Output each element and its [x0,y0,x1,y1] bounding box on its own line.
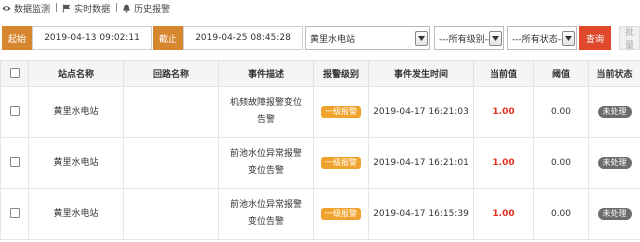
column-header-level: 报警级别 [313,60,369,87]
current-value-cell: 1.00 [473,86,534,138]
column-header-time: 事件发生时间 [368,60,474,87]
breadcrumb-item-realtime[interactable]: 实时数据 [62,2,110,15]
column-header-description: 事件描述 [218,60,314,87]
breadcrumb-item-history-alarm[interactable]: 历史报警 [122,2,170,15]
select-all-cell[interactable] [0,60,29,87]
description-cell: 前池水位异常报警变位告警 [218,137,314,189]
end-label: 截止 [153,26,183,50]
event-description: 前池水位异常报警变位告警 [230,149,303,176]
batch-button[interactable]: 批量 [619,26,640,51]
column-header-status: 当前状态 [588,60,640,87]
row-select-cell[interactable] [0,137,29,189]
query-button[interactable]: 查询 [579,26,611,50]
status-cell: 未处理 [588,137,640,189]
level-badge: 一级报警 [321,105,361,118]
event-description: 机频故障报警变位告警 [230,98,303,125]
breadcrumb-separator: | [115,3,119,13]
status-select-value: ---所有状态--- [512,34,568,45]
level-cell: 一级报警 [313,86,369,138]
threshold-cell: 0.00 [533,188,589,240]
station-cell: 黄里水电站 [28,86,124,138]
level-cell: 一级报警 [313,188,369,240]
current-value-cell: 1.00 [473,137,534,189]
start-datetime-input[interactable]: 2019-04-13 09:02:11 [32,26,152,50]
flag-icon [62,3,71,13]
station-select[interactable]: 黄里水电站 [305,26,430,50]
current-value: 1.00 [492,157,515,168]
chevron-down-icon[interactable] [415,31,428,46]
description-cell: 机频故障报警变位告警 [218,86,314,138]
status-badge[interactable]: 未处理 [597,207,632,220]
loop-cell [123,137,219,189]
breadcrumb-item-monitor[interactable]: 数据监测 [2,2,50,15]
end-datetime-input[interactable]: 2019-04-25 08:45:28 [183,26,303,50]
column-header-threshold: 阈值 [533,60,589,87]
column-header-loop: 回路名称 [123,60,219,87]
column-header-station: 站点名称 [28,60,124,87]
time-cell: 2019-04-17 16:21:01 [368,137,474,189]
bell-icon [123,4,131,13]
status-cell: 未处理 [588,86,640,138]
level-select[interactable]: ---所有级别--- [434,26,504,50]
row-select-cell[interactable] [0,188,29,240]
breadcrumb-label: 数据监测 [14,4,51,15]
breadcrumb: 数据监测 | 实时数据 | 历史报警 [0,0,640,16]
column-header-current-value: 当前值 [473,60,534,87]
status-badge[interactable]: 未处理 [597,156,632,169]
filter-bar: 起始 2019-04-13 09:02:11 截止 2019-04-25 08:… [0,26,640,51]
start-label: 起始 [2,26,32,50]
status-badge[interactable]: 未处理 [597,105,632,118]
breadcrumb-separator: | [55,3,59,13]
level-cell: 一级报警 [313,137,369,189]
table-row[interactable]: 黄里水电站 机频故障报警变位告警 一级报警 2019-04-17 16:21:0… [0,86,640,138]
loop-cell [123,86,219,138]
table-row[interactable]: 黄里水电站 前池水位异常报警变位告警 一级报警 2019-04-17 16:15… [0,188,640,240]
description-cell: 前池水位异常报警变位告警 [218,188,314,240]
station-cell: 黄里水电站 [28,188,124,240]
time-cell: 2019-04-17 16:15:39 [368,188,474,240]
select-all-checkbox[interactable] [9,68,20,79]
current-value: 1.00 [492,208,515,219]
chevron-down-icon[interactable] [562,31,575,46]
row-checkbox[interactable] [9,208,20,218]
breadcrumb-label: 历史报警 [134,4,171,15]
row-checkbox[interactable] [9,106,20,116]
row-checkbox[interactable] [9,157,20,167]
breadcrumb-label: 实时数据 [74,4,111,15]
time-cell: 2019-04-17 16:21:03 [368,86,474,138]
table-header-row: 站点名称 回路名称 事件描述 报警级别 事件发生时间 当前值 阈值 当前状态 [0,60,640,87]
event-description: 前池水位异常报警变位告警 [230,200,303,227]
level-badge: 一级报警 [321,156,361,169]
level-badge: 一级报警 [321,207,361,220]
loop-cell [123,188,219,240]
current-value-cell: 1.00 [473,188,534,240]
threshold-cell: 0.00 [533,86,589,138]
status-cell: 未处理 [588,188,640,240]
row-select-cell[interactable] [0,86,29,138]
level-select-value: ---所有级别--- [439,34,495,45]
eye-icon [2,5,11,11]
alarm-table: 站点名称 回路名称 事件描述 报警级别 事件发生时间 当前值 阈值 当前状态 黄… [0,60,640,240]
current-value: 1.00 [492,106,515,117]
station-cell: 黄里水电站 [28,137,124,189]
table-row[interactable]: 黄里水电站 前池水位异常报警变位告警 一级报警 2019-04-17 16:21… [0,137,640,189]
chevron-down-icon[interactable] [489,31,502,46]
station-select-value: 黄里水电站 [310,34,356,45]
status-select[interactable]: ---所有状态--- [507,26,577,50]
threshold-cell: 0.00 [533,137,589,189]
